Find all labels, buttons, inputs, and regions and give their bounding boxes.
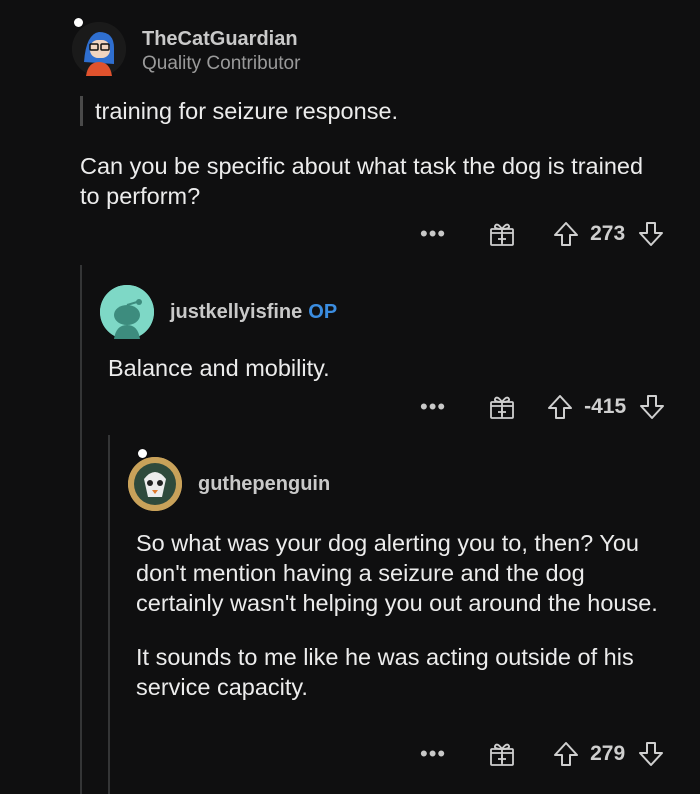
comment-paragraph: Can you be specific about what task the … [80,153,644,209]
arrow-down-icon[interactable] [637,220,665,248]
comment-actions: ••• 273 [420,220,665,248]
online-indicator [138,449,147,458]
comment-guthepenguin: guthepenguin So what was your dog alerti… [0,435,700,794]
arrow-up-icon[interactable] [552,740,580,768]
comment-actions: ••• 279 [420,740,665,768]
arrow-up-icon[interactable] [546,393,574,421]
op-badge: OP [308,300,338,323]
comment-thecatguardian: TheCatGuardian Quality Contributor train… [0,0,700,265]
comment-paragraph: So what was your dog alerting you to, th… [136,530,658,616]
arrow-down-icon[interactable] [638,393,666,421]
username[interactable]: TheCatGuardian [142,28,300,51]
vote-score: 279 [590,742,626,765]
arrow-up-icon[interactable] [552,220,580,248]
user-avatar[interactable] [100,285,154,339]
username[interactable]: justkellyisfine [170,301,302,323]
vote-score: 273 [590,222,626,245]
online-indicator [74,18,83,27]
more-options-button[interactable]: ••• [420,743,446,765]
username[interactable]: guthepenguin [198,473,330,495]
user-avatar[interactable] [128,457,182,511]
comment-body: training for seizure response. [80,96,672,150]
vote-score: -415 [584,395,627,418]
gift-icon[interactable] [488,393,516,421]
more-options-button[interactable]: ••• [420,223,446,245]
user-avatar[interactable] [72,22,126,76]
gift-icon[interactable] [488,740,516,768]
comment-actions: ••• -415 [420,393,666,421]
gift-icon[interactable] [488,220,516,248]
arrow-down-icon[interactable] [637,740,665,768]
comment-paragraph: It sounds to me like he was acting outsi… [136,644,634,700]
more-options-button[interactable]: ••• [420,396,446,418]
quoted-text: training for seizure response. [80,96,672,126]
comment-text: So what was your dog alerting you to, th… [136,528,676,726]
comment-justkellyisfine: justkellyisfine OP Balance and mobility. … [0,265,700,435]
user-flair: Quality Contributor [142,52,301,74]
comment-paragraph: Balance and mobility. [108,355,330,381]
